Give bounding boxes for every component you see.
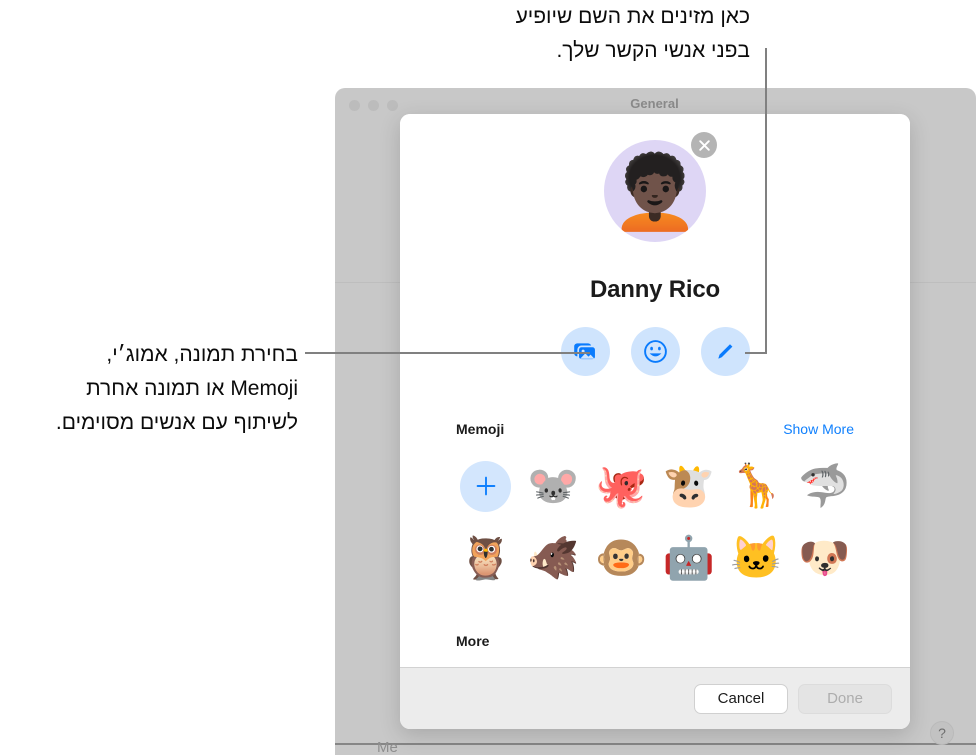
memoji-owl[interactable]: 🦉 [452, 526, 520, 590]
callout-left-text: בחירת תמונה, אמוג׳י, Memoji או תמונה אחר… [55, 343, 298, 434]
memoji-dog-glyph: 🐶 [798, 534, 851, 581]
memoji-dog[interactable]: 🐶 [790, 526, 858, 590]
memoji-owl-glyph: 🦉 [459, 534, 512, 581]
help-label: ? [938, 725, 946, 741]
content-divider-middle [335, 743, 976, 745]
memoji-cow[interactable]: 🐮 [655, 454, 723, 518]
cancel-button[interactable]: Cancel [694, 683, 788, 714]
dialog-footer: Cancel Done [400, 667, 910, 729]
memoji-monkey[interactable]: 🐵 [587, 526, 655, 590]
memoji-robot[interactable]: 🤖 [655, 526, 723, 590]
pencil-icon [717, 344, 732, 359]
avatar-clear-button[interactable] [691, 132, 717, 158]
plus-icon [476, 476, 496, 496]
show-more-link[interactable]: Show More [783, 421, 854, 437]
memoji-grid: 🐭 🐙 🐮 🦒 🦈 🦉 🐗 🐵 🤖 🐱 🐶 [452, 454, 858, 590]
memoji-boar-glyph: 🐗 [527, 534, 580, 581]
edit-button[interactable] [700, 327, 750, 376]
memoji-mouse[interactable]: 🐭 [520, 454, 588, 518]
add-memoji[interactable] [452, 454, 520, 518]
picture-picker-dialog: 🧑🏿‍🦱 Danny Rico [400, 114, 910, 729]
memoji-title: Memoji [456, 421, 505, 437]
avatar-memoji-glyph: 🧑🏿‍🦱 [610, 153, 700, 233]
callout-top-text: כאן מזינים את השם שיופיע בפני אנשי הקשר … [515, 5, 750, 62]
close-icon [698, 139, 710, 151]
memoji-section-header: Memoji Show More [456, 421, 854, 437]
memoji-cat[interactable]: 🐱 [723, 526, 791, 590]
me-label: Me [377, 739, 398, 755]
memoji-giraffe[interactable]: 🦒 [723, 454, 791, 518]
callout-top-leader-vertical [765, 48, 767, 354]
window-title: General [630, 96, 679, 111]
memoji-giraffe-glyph: 🦒 [730, 462, 783, 509]
memoji-robot-glyph: 🤖 [662, 534, 715, 581]
help-button[interactable]: ? [930, 721, 954, 745]
memoji-monkey-glyph: 🐵 [595, 534, 648, 581]
memoji-octopus-glyph: 🐙 [595, 462, 648, 509]
display-name: Danny Rico [589, 276, 721, 303]
add-memoji-button[interactable] [460, 460, 512, 512]
memoji-cat-glyph: 🐱 [730, 534, 783, 581]
more-title: More [456, 633, 490, 649]
memoji-shark-glyph: 🦈 [798, 462, 851, 509]
smiley-icon [643, 340, 667, 363]
memoji-boar[interactable]: 🐗 [520, 526, 588, 590]
dialog-body: 🧑🏿‍🦱 Danny Rico [400, 114, 910, 667]
avatar[interactable]: 🧑🏿‍🦱 [604, 140, 706, 242]
done-button[interactable]: Done [798, 683, 892, 714]
memoji-mouse-glyph: 🐭 [527, 462, 580, 509]
callout-left-leader [305, 352, 590, 354]
memoji-cow-glyph: 🐮 [662, 462, 715, 509]
callout-top-leader-horizontal [745, 352, 767, 354]
memoji-shark[interactable]: 🦈 [790, 454, 858, 518]
emoji-button[interactable] [630, 327, 680, 376]
avatar-wrapper: 🧑🏿‍🦱 [604, 132, 717, 242]
memoji-octopus[interactable]: 🐙 [587, 454, 655, 518]
